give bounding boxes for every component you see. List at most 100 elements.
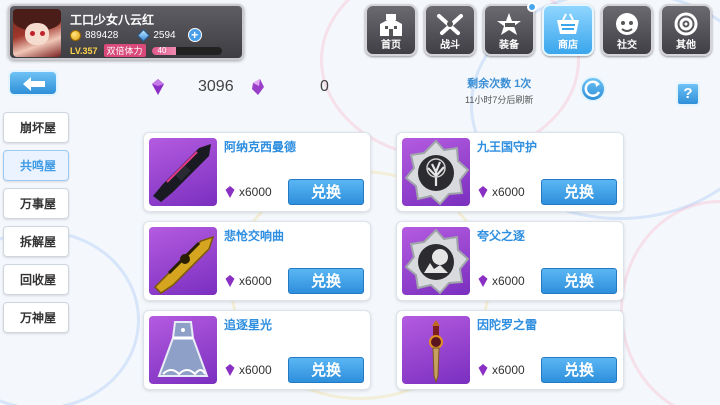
product-name: 夸父之逐 <box>477 229 526 243</box>
product-thumbnail <box>402 138 470 206</box>
resource-row: 889428 2594 + <box>70 28 202 42</box>
category-item[interactable]: 拆解屋 <box>3 226 69 257</box>
refresh-icon <box>584 80 601 97</box>
product-price: x6000 <box>477 274 525 288</box>
purple-crystal-icon <box>478 275 488 287</box>
player-profile-panel[interactable]: 工口少女八云红 889428 2594 + LV.357 双倍体力 40 <box>8 4 244 60</box>
add-gems-button[interactable]: + <box>187 28 202 42</box>
product-thumbnail <box>402 227 470 295</box>
stamina-bar: 40 <box>151 46 222 55</box>
nav-battle-button[interactable]: 战斗 <box>424 4 476 56</box>
purple-crystal-icon <box>478 186 488 198</box>
price-amount: x6000 <box>492 274 525 288</box>
product-card: 九王国守护 x6000 兑换 <box>396 132 624 212</box>
category-item[interactable]: 万神屋 <box>3 302 69 333</box>
product-price: x6000 <box>224 185 272 199</box>
nav-equipment-button[interactable]: 装备 <box>483 2 537 56</box>
nav-other-button[interactable]: 其他 <box>660 4 712 56</box>
blue-gem-icon <box>137 28 151 42</box>
nav-home-button[interactable]: 首页 <box>365 4 417 56</box>
nav-shop-button[interactable]: 商店 <box>542 4 594 56</box>
category-item[interactable]: 回收屋 <box>3 264 69 295</box>
category-item[interactable]: 崩坏屋 <box>3 112 69 143</box>
refresh-button[interactable] <box>580 76 606 102</box>
refresh-count: 剩余次数 1次 <box>467 78 532 90</box>
category-item-active[interactable]: 共鸣屋 <box>3 150 69 181</box>
stamina-value: 40 <box>157 46 167 55</box>
dress-icon <box>157 321 209 377</box>
golden-gun-icon <box>153 235 215 294</box>
help-button[interactable]: ? <box>676 82 700 106</box>
product-name: 悲怆交响曲 <box>224 229 285 243</box>
nav-social-button[interactable]: 社交 <box>601 4 653 56</box>
home-icon <box>380 14 402 36</box>
exchange-button[interactable]: 兑换 <box>288 179 364 205</box>
price-amount: x6000 <box>239 185 272 199</box>
player-name: 工口少女八云红 <box>70 13 155 27</box>
avatar[interactable] <box>13 9 61 57</box>
crystal-b-amount: 0 <box>320 78 329 95</box>
dagger-icon <box>429 320 443 384</box>
refresh-timer: 11小时7分后刷新 <box>465 95 534 105</box>
exchange-button[interactable]: 兑换 <box>541 268 617 294</box>
arrow-left-icon <box>23 77 45 91</box>
sun-medal-icon <box>404 228 470 295</box>
settings-icon <box>674 12 698 36</box>
purple-crystal-icon <box>152 79 164 95</box>
nav-label: 社交 <box>617 40 637 51</box>
product-card: 追逐星光 x6000 兑换 <box>143 310 371 390</box>
nav-label: 商店 <box>558 40 578 51</box>
product-card: 因陀罗之雷 x6000 兑换 <box>396 310 624 390</box>
exchange-button[interactable]: 兑换 <box>541 179 617 205</box>
product-name: 阿纳克西曼德 <box>224 140 297 154</box>
product-name: 追逐星光 <box>224 318 273 332</box>
nav-label: 首页 <box>381 40 401 51</box>
price-amount: x6000 <box>492 363 525 377</box>
tree-medal-icon <box>404 139 470 206</box>
price-amount: x6000 <box>239 363 272 377</box>
gold-amount: 889428 <box>85 29 119 41</box>
nav-label: 其他 <box>676 40 696 51</box>
product-card: 夸父之逐 x6000 兑换 <box>396 221 624 301</box>
product-thumbnail <box>402 316 470 384</box>
price-amount: x6000 <box>239 274 272 288</box>
purple-crystal-icon <box>478 364 488 376</box>
crystal-a-display: 3096 <box>150 78 234 96</box>
gem-amount: 2594 <box>153 29 176 41</box>
top-navigation: 首页 战斗 装备 商店 社交 其他 <box>365 2 712 56</box>
face-icon <box>616 13 638 35</box>
exchange-button[interactable]: 兑换 <box>288 357 364 383</box>
swords-icon <box>437 14 463 35</box>
purple-crystal-icon <box>225 364 235 376</box>
stamina-label: 双倍体力 <box>103 44 146 57</box>
player-level: LV.357 <box>70 45 98 56</box>
shop-basket-icon <box>557 13 579 34</box>
exchange-button[interactable]: 兑换 <box>288 268 364 294</box>
price-amount: x6000 <box>492 185 525 199</box>
back-button[interactable] <box>8 70 58 96</box>
crystal-a-amount: 3096 <box>198 78 234 95</box>
purple-crystal-icon <box>225 186 235 198</box>
product-thumbnail <box>149 227 217 295</box>
product-thumbnail <box>149 138 217 206</box>
refresh-info: 剩余次数 1次 11小时7分后刷新 <box>465 75 533 106</box>
pink-crystal-icon <box>252 79 264 95</box>
notification-dot <box>527 2 537 12</box>
product-price: x6000 <box>224 363 272 377</box>
shop-category-menu: 崩坏屋 共鸣屋 万事屋 拆解屋 回收屋 万神屋 <box>3 112 69 333</box>
product-price: x6000 <box>477 363 525 377</box>
category-item[interactable]: 万事屋 <box>3 188 69 219</box>
nav-label: 装备 <box>499 40 519 51</box>
exchange-button[interactable]: 兑换 <box>541 357 617 383</box>
star-gun-icon <box>497 13 521 35</box>
gold-coin-icon <box>70 29 81 41</box>
purple-crystal-icon <box>225 275 235 287</box>
product-name: 九王国守护 <box>477 140 538 154</box>
product-price: x6000 <box>224 274 272 288</box>
level-row: LV.357 双倍体力 40 <box>70 44 222 57</box>
nav-label: 战斗 <box>440 40 460 51</box>
product-price: x6000 <box>477 185 525 199</box>
product-name: 因陀罗之雷 <box>477 318 538 332</box>
rifle-icon <box>153 144 211 202</box>
product-card: 悲怆交响曲 x6000 兑换 <box>143 221 371 301</box>
